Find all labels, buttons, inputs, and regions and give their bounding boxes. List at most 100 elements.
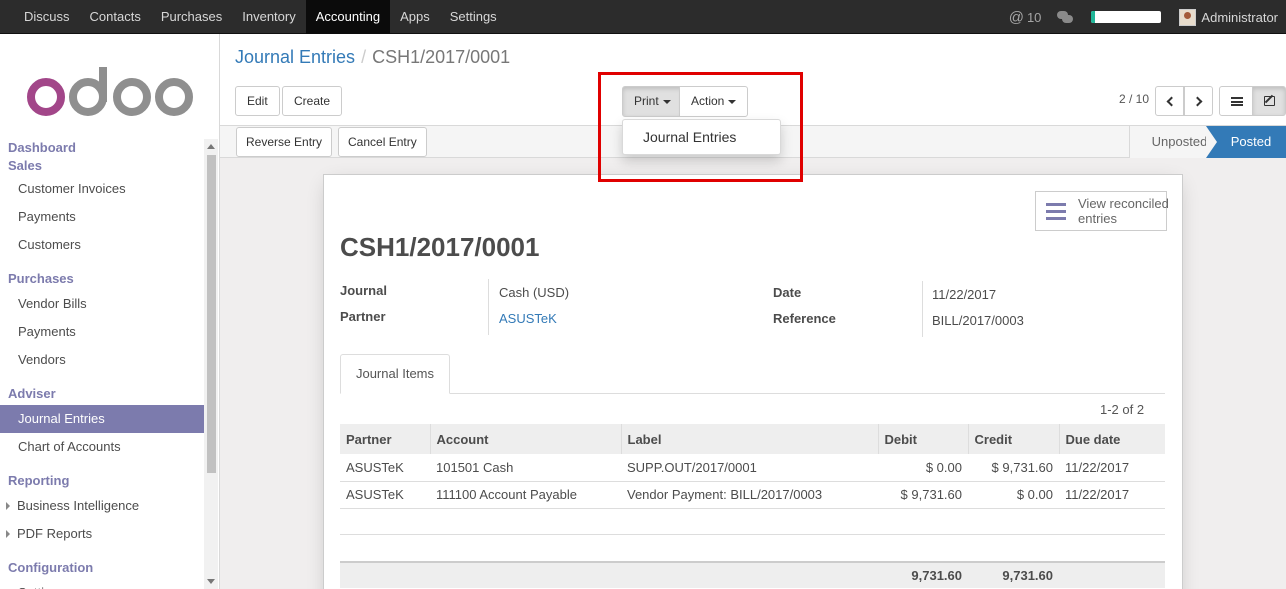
breadcrumb-current: CSH1/2017/0001 [372,47,511,67]
sidebar-header-sales: Sales [8,158,42,173]
form-content: View reconciled entries CSH1/2017/0001 J… [220,158,1286,589]
sidebar-item-settings[interactable]: Settings [0,579,204,589]
empty-row [340,534,1165,563]
sidebar-item-customers[interactable]: Customers [0,231,204,259]
journal-value: Cash (USD) [499,285,570,300]
menu-contacts[interactable]: Contacts [80,0,151,34]
sidebar-header-dashboard[interactable]: Dashboard [0,139,204,157]
cell-credit: $ 9,731.60 [968,454,1059,482]
cell-partner: ASUSTeK [340,481,430,509]
view-reconciled-label: View reconciled entries [1078,196,1169,226]
mentions-button[interactable]: @ 10 [1009,9,1042,26]
systray: @ 10 Administrator [1009,0,1286,34]
reference-label: Reference [773,311,836,326]
date-label: Date [773,285,802,300]
sidebar-scrollbar[interactable] [204,139,218,589]
chat-icon[interactable] [1057,11,1074,23]
odoo-logo [27,67,193,116]
tabs-divider [340,393,1165,394]
total-credit: 9,731.60 [968,562,1059,588]
partner-label: Partner [340,309,386,324]
chevron-right-icon [1192,96,1203,107]
scroll-down-icon[interactable] [207,579,215,584]
table-header-row: Partner Account Label Debit Credit Due d… [340,424,1165,454]
table-row[interactable]: ASUSTeK 101501 Cash SUPP.OUT/2017/0001 $… [340,454,1165,482]
list-bars-icon [1046,203,1066,220]
progress-bar [1091,11,1162,23]
column-header-account[interactable]: Account [429,424,621,454]
pager-value[interactable]: 2 / 10 [1119,92,1149,106]
sidebar-item-business-intelligence[interactable]: Business Intelligence [0,492,204,520]
edit-button[interactable]: Edit [235,86,280,116]
form-sheet: View reconciled entries CSH1/2017/0001 J… [323,174,1183,589]
sidebar-header-reporting: Reporting [8,473,70,488]
menu-apps[interactable]: Apps [390,0,440,34]
column-header-label[interactable]: Label [620,424,878,454]
user-menu[interactable]: Administrator [1179,8,1286,26]
scroll-thumb[interactable] [207,155,216,473]
form-view-button[interactable] [1252,86,1286,116]
avatar [1179,8,1197,26]
list-icon [1231,97,1243,106]
totals-row: 9,731.60 9,731.60 [340,562,1165,588]
cell-account: 101501 Cash [430,454,621,482]
sidebar-item-vendors[interactable]: Vendors [0,346,204,374]
cell-label: Vendor Payment: BILL/2017/0003 [621,481,878,509]
sidebar-item-chart-of-accounts[interactable]: Chart of Accounts [0,433,204,461]
sidebar-item-vendor-payments[interactable]: Payments [0,318,204,346]
record-count: 1-2 of 2 [1100,402,1145,417]
column-header-due-date[interactable]: Due date [1058,424,1165,454]
cell-debit: $ 0.00 [878,454,968,482]
column-header-credit[interactable]: Credit [967,424,1059,454]
app-menu: Discuss Contacts Purchases Inventory Acc… [14,0,507,34]
create-button[interactable]: Create [282,86,343,116]
cell-partner: ASUSTeK [340,454,430,482]
cancel-entry-button[interactable]: Cancel Entry [338,127,427,157]
field-divider [922,281,923,337]
date-value: 11/22/2017 [932,287,997,302]
breadcrumb-separator: / [361,47,367,67]
sidebar-item-pdf-reports[interactable]: PDF Reports [0,520,204,548]
mentions-count: 10 [1026,9,1042,25]
progress-fill [1091,11,1095,23]
table-row[interactable]: ASUSTeK 111100 Account Payable Vendor Pa… [340,481,1165,509]
journal-items-table: Partner Account Label Debit Credit Due d… [340,424,1165,588]
column-header-partner[interactable]: Partner [340,424,430,454]
reverse-entry-button[interactable]: Reverse Entry [236,127,333,157]
partner-link[interactable]: ASUSTeK [499,311,557,326]
pager-next-button[interactable] [1184,86,1213,116]
sidebar-item-customer-invoices[interactable]: Customer Invoices [0,175,204,203]
menu-settings[interactable]: Settings [440,0,507,34]
sidebar-item-payments[interactable]: Payments [0,203,204,231]
cell-debit: $ 9,731.60 [878,481,968,509]
menu-purchases[interactable]: Purchases [151,0,232,34]
view-reconciled-button[interactable]: View reconciled entries [1035,191,1169,231]
sidebar-item-journal-entries[interactable]: Journal Entries [0,405,204,433]
cell-due-date: 11/22/2017 [1059,481,1165,509]
column-header-debit[interactable]: Debit [877,424,968,454]
sidebar-menu: Dashboard Sales Customer Invoices Paymen… [0,139,204,589]
menu-accounting[interactable]: Accounting [305,0,391,34]
cell-due-date: 11/22/2017 [1059,454,1165,482]
list-view-button[interactable] [1219,86,1253,116]
username: Administrator [1201,9,1278,25]
highlight-box [598,72,803,182]
entry-title: CSH1/2017/0001 [340,232,540,262]
at-icon: @ [1008,8,1024,26]
cell-credit: $ 0.00 [968,481,1059,509]
scroll-up-icon[interactable] [207,144,215,149]
sidebar-item-vendor-bills[interactable]: Vendor Bills [0,290,204,318]
sidebar: Dashboard Sales Customer Invoices Paymen… [0,34,220,589]
menu-discuss[interactable]: Discuss [14,0,80,34]
breadcrumb: Journal Entries / CSH1/2017/0001 [235,47,510,68]
field-divider [488,279,489,335]
sidebar-header-purchases: Purchases [8,271,74,286]
reference-value: BILL/2017/0003 [932,313,1024,328]
top-navbar: Discuss Contacts Purchases Inventory Acc… [0,0,1286,34]
sidebar-header-configuration: Configuration [8,560,94,575]
stage-posted[interactable]: Posted [1206,126,1286,158]
menu-inventory[interactable]: Inventory [232,0,305,34]
pager-previous-button[interactable] [1155,86,1184,116]
tab-journal-items[interactable]: Journal Items [340,354,450,394]
breadcrumb-parent[interactable]: Journal Entries [235,47,355,67]
